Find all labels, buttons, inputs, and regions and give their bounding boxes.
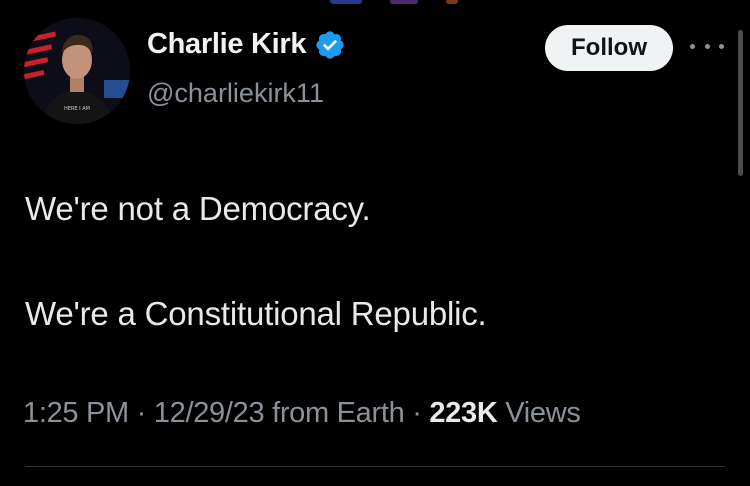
more-dot [704, 43, 710, 49]
verified-badge-icon[interactable] [314, 29, 346, 61]
author-handle[interactable]: @charliekirk11 [147, 78, 324, 109]
avatar[interactable]: HERE I AM [24, 18, 130, 124]
more-horizontal-icon[interactable] [690, 34, 724, 58]
cropped-element-3 [446, 0, 458, 4]
author-name-row: Charlie Kirk [147, 28, 346, 61]
tweet-time[interactable]: 1:25 PM [23, 397, 129, 429]
tweet-text-line-2: We're a Constitutional Republic. [25, 295, 487, 332]
more-dot [719, 43, 724, 49]
cropped-element-1 [330, 0, 362, 4]
tweet-date[interactable]: 12/29/23 [154, 397, 265, 429]
views-count: 223K [429, 397, 498, 429]
tweet-source: from Earth [272, 397, 405, 429]
divider [25, 466, 725, 467]
author-name[interactable]: Charlie Kirk [147, 28, 306, 61]
meta-separator: · [136, 397, 147, 429]
top-cropped-strip [330, 0, 470, 6]
more-dot [690, 43, 695, 49]
tweet-meta: 1:25 PM · 12/29/23 from Earth · 223K Vie… [23, 397, 581, 430]
meta-separator: · [412, 397, 422, 429]
views-label: Views [505, 397, 581, 429]
scrollbar[interactable] [738, 30, 743, 176]
follow-button[interactable]: Follow [545, 25, 673, 71]
tweet-text-line-1: We're not a Democracy. [25, 190, 371, 227]
avatar-shirt-text: HERE I AM [64, 106, 90, 112]
cropped-element-2 [390, 0, 418, 4]
